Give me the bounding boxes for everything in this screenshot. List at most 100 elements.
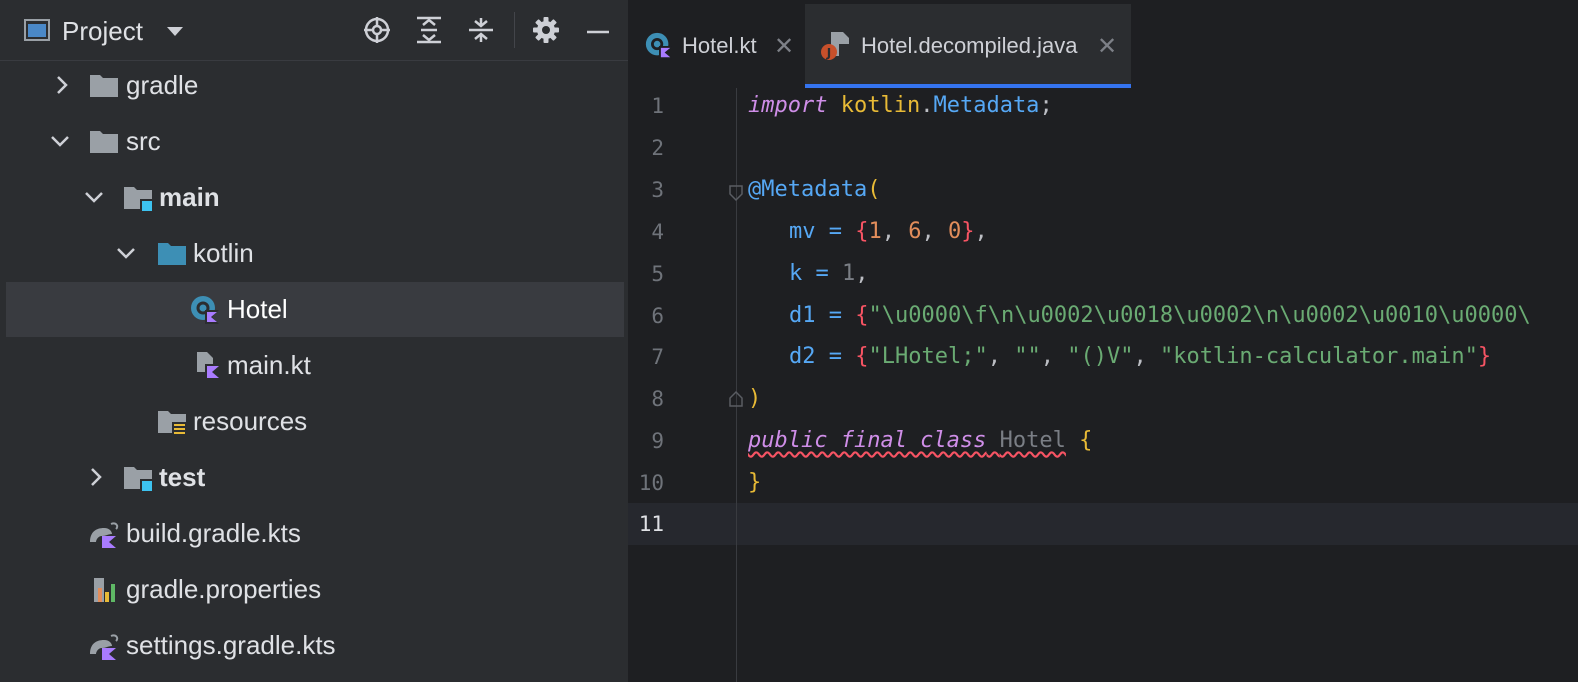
tree-item-main-kt[interactable]: main.kt [6,338,624,393]
svg-text:J: J [826,46,831,60]
tab-hotel-decompiled-java[interactable]: J Hotel.decompiled.java ✕ [805,4,1131,88]
string-token: "\u0000\f\n\u0002\u0018\u0002\n\u0002\u0… [868,303,1531,328]
line-number: 5 [651,262,664,286]
current-line-highlight [628,503,1578,545]
tree-item-kotlin[interactable]: kotlin [6,226,624,281]
project-header: Project [0,0,628,61]
project-title[interactable]: Project [62,16,143,47]
string-token: "" [1014,344,1041,369]
tree-item-label: main.kt [227,350,311,380]
kotlin-file-icon [197,352,221,380]
java-file-icon: J [821,32,849,60]
field-token: mv [789,219,816,244]
punct-token: , [1040,344,1068,369]
test-root-folder-icon [124,467,152,491]
tree-item-label: test [159,462,206,492]
bracket-token: ( [867,177,881,202]
punct-token: , [921,219,948,244]
bracket-token: ) [748,386,762,411]
code-line: d2 = {"LHotel;", "", "()V", "kotlin-calc… [789,344,1491,369]
tree-item-label: main [159,182,220,212]
operator-token: = [815,303,856,328]
operator-token: = [815,219,856,244]
line-number: 3 [651,178,664,202]
code-line: } [748,470,761,495]
bracket-token: { [855,303,869,328]
bracket-token: } [961,219,975,244]
code-line: k = 1, [789,261,869,286]
tree-item-hotel[interactable]: Hotel [6,282,624,337]
number-token: 0 [948,219,962,244]
code-line: @Metadata( [748,177,880,202]
gutter-separator [736,88,737,682]
punct-token: , [974,219,988,244]
tree-item-test[interactable]: test [6,450,624,505]
field-token: d2 [789,344,816,369]
expand-all-icon[interactable] [413,14,445,46]
gradle-script-icon [90,634,119,660]
minimize-icon[interactable] [582,14,614,46]
code-line: ) [748,386,761,411]
resources-folder-icon [158,411,186,436]
fold-icon[interactable] [728,184,744,202]
chevron-down-icon[interactable] [84,187,104,207]
project-panel: Project gradle src main kotlin Hotel mai… [0,0,628,682]
chevron-down-icon[interactable] [116,243,136,263]
tree-item-gradle[interactable]: gradle [6,58,624,113]
string-token: "LHotel;" [868,344,988,369]
bracket-token: } [1477,344,1492,369]
line-number: 6 [651,304,664,328]
keyword-token: import [748,93,828,118]
editor-tab-bar: Hotel.kt ✕ J Hotel.decompiled.java ✕ [628,0,1578,88]
tree-item-label: Hotel [227,294,288,324]
close-icon[interactable]: ✕ [774,32,794,61]
string-token: "kotlin-calculator.main" [1159,344,1478,369]
line-number: 1 [651,94,664,118]
operator-token: = [815,344,856,369]
annotation-token: @Metadata [748,177,868,202]
string-token: "()V" [1067,344,1134,369]
tree-item-label: build.gradle.kts [126,518,301,548]
tree-item-src[interactable]: src [6,114,624,169]
toolbar-separator [514,12,515,48]
line-number: 4 [651,220,664,244]
tree-item-label: kotlin [193,238,254,268]
tab-label: Hotel.kt [682,33,757,58]
tree-item-main[interactable]: main [6,170,624,225]
tab-hotel-kt[interactable]: Hotel.kt ✕ [636,4,804,88]
chevron-down-icon[interactable] [50,131,70,151]
gear-icon[interactable] [530,14,562,46]
chevron-down-icon[interactable] [166,26,184,38]
chevron-right-icon[interactable] [52,75,72,95]
code-line: public final class Hotel { [748,428,1092,453]
folder-icon [90,75,118,97]
line-number: 9 [651,429,664,453]
code-line: mv = {1, 6, 0}, [789,219,988,244]
tree-item-label: src [126,126,161,156]
field-token: d1 [789,303,816,328]
punct-token: ; [1039,93,1053,118]
number-token: 6 [908,219,922,244]
properties-file-icon [94,578,115,602]
project-window-icon[interactable] [24,19,50,41]
source-root-folder-icon [124,187,152,211]
line-number: 10 [638,471,664,495]
punct-token: . [920,93,934,118]
tree-item-gradle-properties[interactable]: gradle.properties [6,562,624,617]
locate-file-icon[interactable] [361,14,393,46]
chevron-right-icon[interactable] [86,467,106,487]
code-editor[interactable]: 1 2 3 4 5 6 7 8 9 10 11 import kotlin.Me… [628,88,1578,682]
tree-item-label: gradle.properties [126,574,322,604]
kotlin-class-icon [191,296,219,324]
operator-token: = [802,261,842,286]
tree-item-settings-gradle-kts[interactable]: settings.gradle.kts [6,618,624,673]
tree-item-resources[interactable]: resources [6,394,624,449]
collapse-all-icon[interactable] [465,14,497,46]
line-number: 11 [638,512,664,536]
close-icon[interactable]: ✕ [1097,32,1117,61]
keyword-token: public final class [748,428,987,453]
code-line: d1 = {"\u0000\f\n\u0002\u0018\u0002\n\u0… [789,303,1531,328]
bracket-token: { [855,219,869,244]
fold-icon[interactable] [728,390,744,408]
tree-item-build-gradle-kts[interactable]: build.gradle.kts [6,506,624,561]
